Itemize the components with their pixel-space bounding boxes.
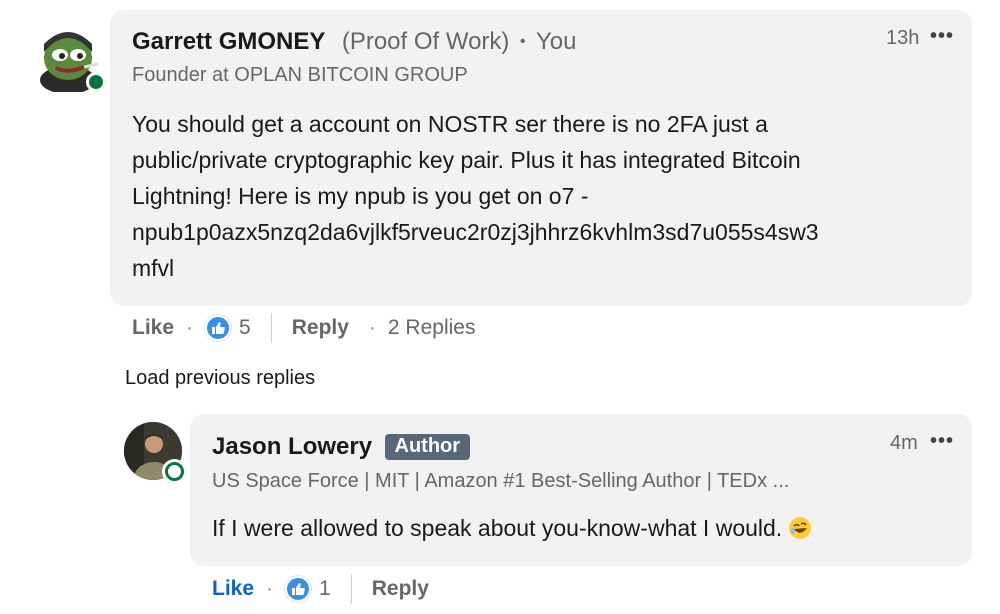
- like-reaction-icon[interactable]: [285, 576, 312, 602]
- divider: [270, 313, 272, 343]
- comment-timestamp: 13h: [886, 27, 920, 49]
- separator-dot: •: [519, 33, 526, 50]
- comment-body-line: mfvl: [132, 255, 175, 281]
- reply-button[interactable]: Reply: [372, 577, 429, 601]
- you-label: You: [535, 28, 577, 55]
- replies-count-link[interactable]: 2 Replies: [388, 316, 476, 340]
- comment-body: You should get a account on NOSTR ser th…: [132, 106, 962, 286]
- divider: [350, 574, 352, 604]
- comment-body-line: npub1p0azx5nzq2da6vjlkf5rveuc2r0zj3jhhrz…: [132, 219, 819, 245]
- author-badge: Author: [384, 434, 471, 460]
- comment-header: Garrett GMONEY (Proof Of Work) • You: [132, 28, 576, 56]
- comment-author-name[interactable]: Garrett GMONEY: [132, 28, 325, 55]
- separator-dot: ·: [266, 577, 274, 600]
- more-options-icon[interactable]: •••: [930, 25, 954, 48]
- comment-body-line: public/private cryptographic key pair. P…: [132, 147, 801, 173]
- reply-header: Jason Lowery Author: [212, 433, 471, 461]
- reply-body-text: If I were allowed to speak about you-kno…: [212, 515, 783, 541]
- more-options-icon[interactable]: •••: [930, 430, 954, 453]
- comment-actions: Like · 5 Reply · 2 Replies: [132, 313, 475, 343]
- reply-author-name[interactable]: Jason Lowery: [212, 433, 372, 460]
- like-button-active[interactable]: Like: [212, 577, 254, 601]
- separator-dot: ·: [368, 316, 376, 339]
- reply-author-headline: US Space Force | MIT | Amazon #1 Best-Se…: [212, 470, 790, 492]
- reaction-count[interactable]: 5: [239, 316, 251, 340]
- reply-actions: Like · 1 Reply: [212, 574, 429, 604]
- online-status-indicator: [165, 462, 184, 481]
- online-status-indicator: [86, 72, 106, 92]
- comment-body-line: You should get a account on NOSTR ser th…: [132, 111, 768, 137]
- comment-author-headline: Founder at OPLAN BITCOIN GROUP: [132, 64, 468, 86]
- comment-body-line: Lightning! Here is my npub is you get on…: [132, 183, 589, 209]
- reply-button[interactable]: Reply: [292, 316, 349, 340]
- load-previous-replies-button[interactable]: Load previous replies: [125, 367, 315, 390]
- like-button[interactable]: Like: [132, 316, 174, 340]
- reply-body: If I were allowed to speak about you-kno…: [212, 510, 811, 546]
- separator-dot: ·: [186, 316, 194, 339]
- comment-author-tag: (Proof Of Work): [341, 28, 510, 55]
- reaction-count[interactable]: 1: [319, 577, 331, 601]
- reply-timestamp: 4m: [890, 432, 918, 454]
- like-reaction-icon[interactable]: [205, 315, 232, 341]
- rolling-on-floor-laughing-icon: [788, 517, 811, 539]
